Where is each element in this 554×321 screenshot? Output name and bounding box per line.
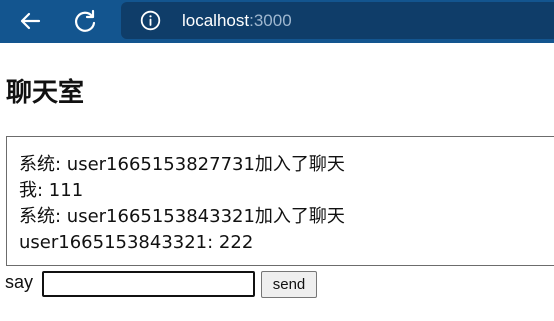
browser-toolbar: localhost:3000 — [0, 0, 554, 43]
say-label: say — [5, 272, 34, 292]
back-button[interactable] — [15, 6, 45, 36]
message-item: 系统: user1665153843321加入了聊天 — [19, 206, 345, 227]
message-list: 系统: user1665153827731加入了聊天 我: 111 系统: us… — [19, 152, 345, 256]
reload-icon — [74, 9, 96, 32]
url-port: :3000 — [249, 11, 292, 30]
message-box: 系统: user1665153827731加入了聊天 我: 111 系统: us… — [6, 136, 554, 266]
message-input[interactable] — [42, 271, 255, 297]
reload-button[interactable] — [70, 6, 100, 36]
arrow-left-icon — [20, 12, 41, 30]
page-title: 聊天室 — [6, 78, 85, 108]
address-bar[interactable]: localhost:3000 — [121, 2, 554, 39]
info-icon[interactable] — [140, 10, 161, 31]
url-host: localhost — [182, 11, 250, 30]
message-item: user1665153843321: 222 — [19, 232, 254, 253]
message-item: 我: 111 — [19, 180, 84, 201]
url-text[interactable]: localhost:3000 — [182, 11, 292, 31]
message-item: 系统: user1665153827731加入了聊天 — [19, 154, 345, 175]
send-button[interactable]: send — [261, 271, 317, 298]
